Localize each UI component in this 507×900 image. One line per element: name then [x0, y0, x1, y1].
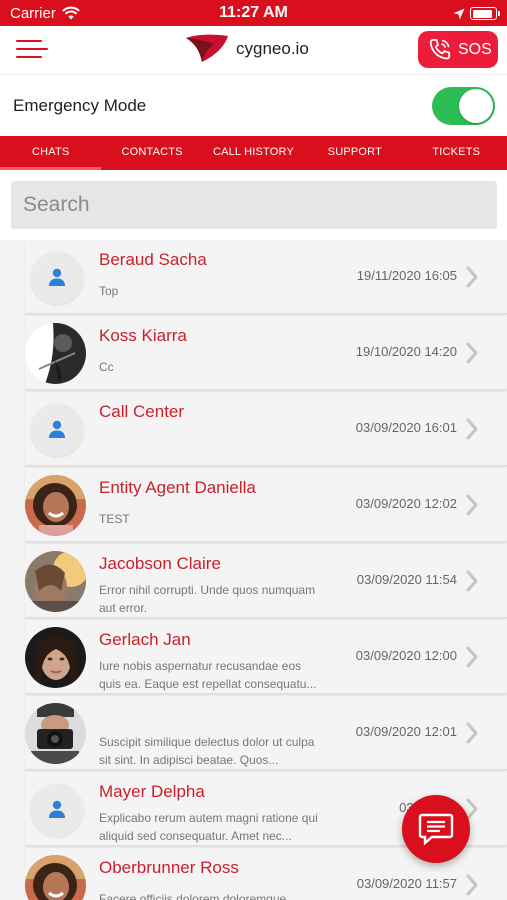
- avatar: [25, 551, 86, 612]
- tab-tickets[interactable]: TICKETS: [406, 136, 507, 170]
- message-preview: TEST: [99, 512, 130, 526]
- chat-row[interactable]: Call Center 03/09/2020 16:01: [25, 392, 507, 466]
- message-preview: Explicabo rerum autem magni ratione qui …: [99, 811, 318, 843]
- message-time: 03/09/2020 11:54: [356, 572, 457, 587]
- chevron-right-icon: [466, 342, 478, 369]
- avatar: [25, 855, 86, 900]
- search-bar: [0, 170, 507, 240]
- tab-bar: CHATS CONTACTS CALL HISTORY SUPPORT TICK…: [0, 136, 507, 170]
- person-icon: [49, 268, 65, 286]
- chevron-right-icon: [466, 494, 478, 521]
- chat-bubble-icon: [418, 813, 454, 845]
- chevron-right-icon: [466, 646, 478, 673]
- message-preview: Suscipit similique delectus dolor ut cul…: [99, 735, 315, 767]
- contact-name: Beraud Sacha: [99, 250, 207, 269]
- tab-contacts[interactable]: CONTACTS: [101, 136, 202, 170]
- search-input[interactable]: [11, 181, 497, 229]
- hamburger-menu-icon[interactable]: [16, 38, 48, 62]
- chevron-right-icon: [466, 418, 478, 445]
- message-time: 03/09/2020 12:01: [355, 724, 457, 739]
- emergency-mode-label: Emergency Mode: [13, 96, 147, 115]
- new-chat-button[interactable]: [402, 795, 470, 863]
- message-time: 03/09/2020 12:02: [355, 496, 457, 511]
- message-time: 03/09/2020 11:57: [356, 876, 457, 891]
- chevron-right-icon: [466, 874, 478, 900]
- emergency-mode-toggle[interactable]: [432, 87, 495, 125]
- avatar: [25, 323, 86, 384]
- contact-name: Entity Agent Daniella: [99, 478, 256, 497]
- contact-name: Oberbrunner Ross: [99, 858, 239, 877]
- message-preview: Facere officiis dolorem doloremque: [99, 892, 287, 900]
- brand-name: cygneo.io: [236, 39, 309, 58]
- tab-chats[interactable]: CHATS: [0, 136, 102, 170]
- message-time: 03/09/2020 16:01: [355, 420, 457, 435]
- avatar-placeholder: [31, 404, 83, 456]
- message-preview: Cc: [99, 360, 114, 374]
- chat-row[interactable]: Suscipit similique delectus dolor ut cul…: [25, 696, 507, 770]
- toggle-knob: [459, 89, 493, 123]
- person-icon: [49, 420, 65, 438]
- avatar: [25, 627, 86, 688]
- message-time: 19/11/2020 16:05: [356, 268, 457, 283]
- avatar: [25, 703, 86, 764]
- contact-name: Call Center: [99, 402, 185, 421]
- battery-icon: [470, 7, 500, 20]
- tab-support[interactable]: SUPPORT: [304, 136, 405, 170]
- avatar-placeholder: [31, 252, 83, 304]
- chevron-right-icon: [466, 570, 478, 597]
- contact-name: Mayer Delpha: [99, 782, 205, 801]
- message-time: 19/10/2020 14:20: [355, 344, 457, 359]
- chat-row[interactable]: Jacobson Claire Error nihil corrupti. Und…: [25, 544, 507, 618]
- avatar: [25, 475, 86, 536]
- avatar-placeholder: [31, 784, 83, 836]
- chat-row[interactable]: Koss Kiarra Cc 19/10/2020 14:20: [25, 316, 507, 390]
- message-preview: Iure nobis aspernatur recusandae eos qui…: [99, 659, 317, 691]
- contact-name: Gerlach Jan: [99, 630, 191, 649]
- sos-label: SOS: [458, 41, 492, 58]
- contact-name: Jacobson Claire: [99, 554, 221, 573]
- contact-name: Koss Kiarra: [99, 326, 187, 345]
- status-time: 11:27 AM: [219, 4, 288, 21]
- chevron-right-icon: [466, 722, 478, 749]
- location-arrow-icon: [453, 7, 465, 25]
- message-preview: Top: [99, 284, 119, 298]
- message-preview: Error nihil corrupti. Unde quos numquam …: [99, 583, 316, 615]
- sos-button[interactable]: SOS: [418, 31, 498, 68]
- emergency-mode-row: Emergency Mode: [0, 74, 507, 136]
- phone-ringing-icon: [427, 37, 453, 68]
- tab-call-history[interactable]: CALL HISTORY: [203, 136, 304, 170]
- chat-row[interactable]: Gerlach Jan Iure nobis aspernatur recusan…: [25, 620, 507, 694]
- message-time: 03/09/2020 12:00: [355, 648, 457, 663]
- chevron-right-icon: [466, 266, 478, 293]
- chat-row[interactable]: Beraud Sacha Top 19/11/2020 16:05: [25, 240, 507, 314]
- app-header: cygneo.io SOS: [0, 26, 507, 74]
- status-bar: Carrier 11:27 AM: [0, 0, 507, 26]
- chat-row[interactable]: Entity Agent Daniella TEST 03/09/2020 12:0…: [25, 468, 507, 542]
- person-icon: [49, 800, 65, 818]
- cygneo-logo: [186, 34, 228, 62]
